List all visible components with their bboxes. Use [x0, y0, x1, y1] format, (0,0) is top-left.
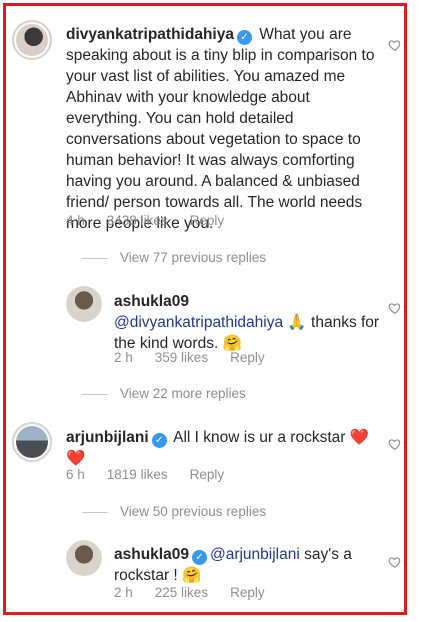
likes-count[interactable]: 1819 likes — [107, 467, 168, 482]
divider-line — [82, 511, 108, 513]
view-replies-label[interactable]: View 50 previous replies — [120, 504, 266, 519]
avatar[interactable] — [12, 422, 52, 462]
view-previous-replies-77[interactable]: View 77 previous replies — [82, 250, 266, 265]
comment-body: ashukla09 ✓ @arjunbijlani say's a rockstar… — [114, 544, 384, 586]
verified-badge-icon: ✓ — [191, 550, 207, 565]
timestamp: 2 h — [114, 585, 133, 600]
view-previous-replies-50[interactable]: View 50 previous replies — [82, 504, 266, 519]
heart-outline-icon[interactable] — [388, 437, 402, 451]
avatar-image — [16, 426, 48, 458]
timestamp: 2 h — [114, 350, 133, 365]
username[interactable]: arjunbijlani — [66, 429, 149, 446]
avatar-image — [16, 24, 48, 56]
comment-meta: 6 h 1819 likes Reply — [66, 467, 246, 482]
comment-body: ashukla09 @divyankatripathidahiya 🙏 than… — [114, 291, 384, 354]
heart-outline-icon[interactable] — [388, 301, 402, 315]
likes-count[interactable]: 359 likes — [155, 350, 208, 365]
reply-button[interactable]: Reply — [190, 467, 225, 482]
timestamp: 6 h — [66, 467, 85, 482]
likes-count[interactable]: 3438 likes — [107, 213, 168, 228]
avatar[interactable] — [66, 540, 102, 576]
comment-text: What you are speaking about is a tiny bl… — [66, 26, 375, 232]
view-replies-label[interactable]: View 22 more replies — [120, 386, 246, 401]
reply-button[interactable]: Reply — [230, 585, 265, 600]
likes-count[interactable]: 225 likes — [155, 585, 208, 600]
divider-line — [82, 257, 108, 259]
username[interactable]: ashukla09 — [114, 546, 189, 563]
view-more-replies-22[interactable]: View 22 more replies — [82, 386, 246, 401]
reply-button[interactable]: Reply — [190, 213, 225, 228]
avatar-image — [66, 540, 102, 576]
username[interactable]: ashukla09 — [114, 293, 189, 310]
comment-body: divyankatripathidahiya ✓ What you are spe… — [66, 24, 376, 234]
heart-outline-icon[interactable] — [388, 555, 402, 569]
username[interactable]: divyankatripathidahiya — [66, 26, 234, 43]
avatar[interactable] — [66, 286, 102, 322]
divider-line — [82, 393, 108, 395]
reply-button[interactable]: Reply — [230, 350, 265, 365]
mention-link[interactable]: @arjunbijlani — [210, 546, 300, 563]
comment-body: arjunbijlani ✓ All I know is ur a rocksta… — [66, 427, 376, 469]
avatar-image — [66, 286, 102, 322]
view-replies-label[interactable]: View 77 previous replies — [120, 250, 266, 265]
timestamp: 4 h — [66, 213, 85, 228]
verified-badge-icon: ✓ — [151, 433, 167, 448]
avatar[interactable] — [12, 20, 52, 60]
comment-meta: 4 h 3438 likes Reply — [66, 213, 246, 228]
heart-outline-icon[interactable] — [388, 38, 402, 52]
comment-meta: 2 h 225 likes Reply — [114, 585, 287, 600]
verified-badge-icon: ✓ — [236, 30, 252, 45]
mention-link[interactable]: @divyankatripathidahiya — [114, 314, 283, 331]
comment-meta: 2 h 359 likes Reply — [114, 350, 287, 365]
